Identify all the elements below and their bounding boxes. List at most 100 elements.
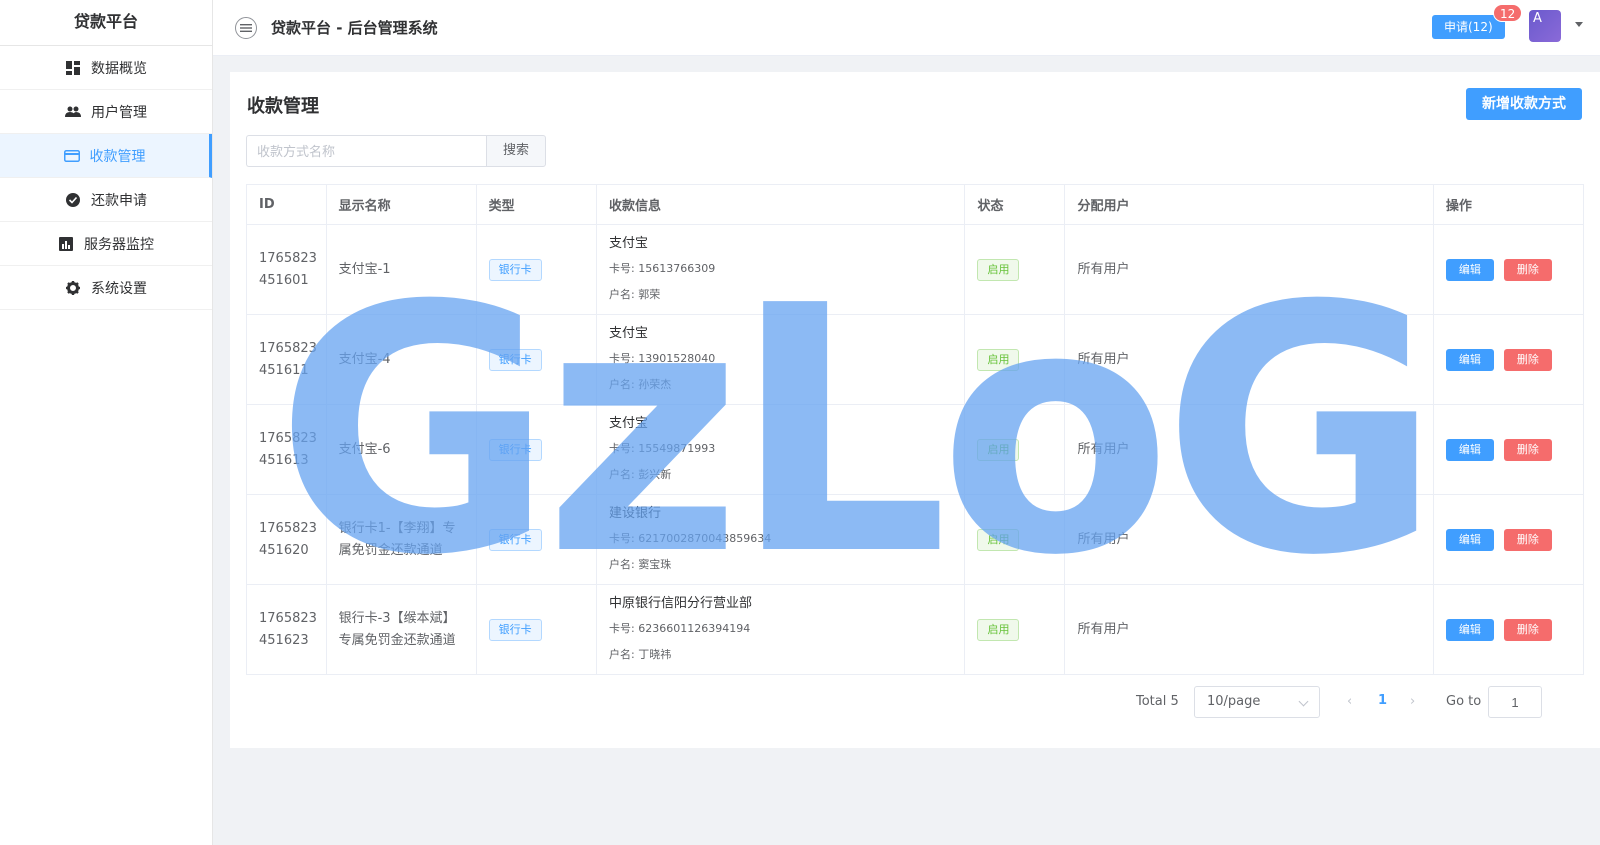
info-name: 支付宝	[609, 325, 649, 341]
main-card: 收款管理 新增收款方式 搜索 ID 显示名称 类型 收款信息 状态 分配用户 操…	[230, 72, 1600, 748]
chevron-down-icon	[1298, 696, 1309, 707]
type-tag: 银行卡	[488, 528, 542, 551]
prev-page-button[interactable]: ‹	[1347, 694, 1352, 709]
id-part: 451613	[259, 452, 309, 468]
column-header: 操作	[1433, 184, 1585, 225]
id-cell: 1765823 451601	[246, 224, 327, 315]
info-name: 支付宝	[609, 235, 649, 251]
avatar[interactable]: A	[1529, 10, 1561, 42]
sidebar-item-label: 服务器监控	[84, 236, 154, 253]
page-size-value: 10/page	[1207, 694, 1261, 709]
sidebar-item-users[interactable]: 用户管理	[0, 90, 212, 134]
type-cell: 银行卡	[476, 404, 598, 495]
gear-icon	[65, 280, 81, 296]
menu-toggle-icon[interactable]	[235, 16, 257, 39]
delete-button[interactable]: 删除	[1503, 528, 1552, 551]
id-cell: 1765823 451611	[246, 314, 327, 405]
card-number: 卡号: 13901528040	[609, 351, 716, 365]
info-cell: 中原银行信阳分行营业部 卡号: 6236601126394194 户名: 丁晓祎	[596, 584, 966, 675]
column-header: 状态	[964, 184, 1066, 225]
apply-requests-button[interactable]: 申请(12)	[1432, 15, 1505, 39]
edit-button[interactable]: 编辑	[1445, 528, 1494, 551]
id-cell: 1765823 451613	[246, 404, 327, 495]
status-badge: 启用	[977, 258, 1020, 281]
delete-button[interactable]: 删除	[1503, 258, 1552, 281]
info-name: 支付宝	[609, 415, 649, 431]
users-cell: 所有用户	[1064, 224, 1434, 315]
users-cell: 所有用户	[1064, 584, 1434, 675]
sidebar-item-label: 还款申请	[91, 192, 147, 209]
sidebar-item-label: 收款管理	[89, 148, 146, 165]
type-cell: 银行卡	[476, 314, 598, 405]
info-cell: 支付宝 卡号: 13901528040 户名: 孙荣杰	[596, 314, 966, 405]
status-cell: 启用	[964, 584, 1066, 675]
table-row: 1765823 451623 银行卡-3【缑本斌】专属免罚金还款通道 银行卡 中原…	[246, 584, 1585, 675]
info-cell: 支付宝卡号: 15549871993 户名: 彭兴新	[596, 404, 966, 495]
table-header-row: ID 显示名称 类型 收款信息 状态 分配用户 操作	[246, 184, 1585, 225]
id-cell: 1765823 451620	[246, 494, 327, 585]
sidebar-item-server-monitor[interactable]: 服务器监控	[0, 222, 212, 266]
delete-button[interactable]: 删除	[1503, 618, 1552, 641]
actions-cell: 编辑 删除	[1433, 224, 1585, 315]
page-title: 收款管理	[247, 96, 319, 117]
column-header: 类型	[476, 184, 598, 225]
name-cell: 银行卡1-【李翔】专属免罚金还款通道	[326, 494, 477, 585]
status-badge: 启用	[977, 348, 1020, 371]
delete-button[interactable]: 删除	[1503, 348, 1552, 371]
id-part: 1765823	[259, 610, 317, 626]
table-row: 1765823 451611 支付宝-4 银行卡 支付宝 卡号: 139015280…	[246, 314, 1585, 405]
edit-button[interactable]: 编辑	[1445, 438, 1494, 461]
next-page-button[interactable]: ›	[1410, 694, 1415, 709]
name-cell: 银行卡-3【缑本斌】专属免罚金还款通道	[326, 584, 477, 675]
actions-cell: 编辑 删除	[1433, 404, 1585, 495]
sidebar-item-payment[interactable]: 收款管理	[0, 134, 212, 178]
sidebar-item-label: 系统设置	[91, 280, 147, 297]
id-part: 451611	[259, 362, 309, 378]
goto-page-input[interactable]	[1488, 686, 1542, 718]
payment-table: ID 显示名称 类型 收款信息 状态 分配用户 操作 1765823 451601…	[246, 184, 1585, 675]
id-part: 1765823	[259, 520, 317, 536]
column-header: 分配用户	[1064, 184, 1434, 225]
status-cell: 启用	[964, 494, 1066, 585]
id-part: 451623	[259, 632, 309, 648]
card-number: 卡号: 6236601126394194	[609, 621, 751, 635]
id-part: 451620	[259, 542, 309, 558]
table-row: 1765823 451601 支付宝-1 银行卡 支付宝 卡号: 156137663…	[246, 224, 1585, 315]
users-icon	[65, 104, 81, 120]
credit-card-icon	[63, 148, 80, 164]
sidebar: 贷款平台 数据概览 用户管理 收款管理 还款申请 服务器监控 系统设置	[0, 0, 213, 845]
edit-button[interactable]: 编辑	[1445, 618, 1494, 641]
users-cell: 所有用户	[1064, 494, 1434, 585]
sidebar-item-repayment[interactable]: 还款申请	[0, 178, 212, 222]
page-number-current[interactable]: 1	[1378, 693, 1387, 708]
status-badge: 启用	[977, 438, 1020, 461]
account-holder: 户名: 窦宝珠	[609, 557, 672, 571]
type-cell: 银行卡	[476, 584, 598, 675]
card-number: 卡号: 15549871993	[609, 441, 716, 455]
edit-button[interactable]: 编辑	[1445, 258, 1494, 281]
account-holder: 户名: 彭兴新	[609, 467, 672, 481]
id-part: 451601	[259, 272, 309, 288]
sidebar-item-dashboard[interactable]: 数据概览	[0, 46, 212, 90]
id-part: 1765823	[259, 250, 317, 266]
sidebar-brand: 贷款平台	[0, 0, 212, 46]
add-payment-method-button[interactable]: 新增收款方式	[1466, 88, 1582, 120]
edit-button[interactable]: 编辑	[1445, 348, 1494, 371]
card-number: 卡号: 6217002870043859634	[609, 531, 772, 545]
actions-cell: 编辑 删除	[1433, 584, 1585, 675]
column-header: 收款信息	[596, 184, 966, 225]
delete-button[interactable]: 删除	[1503, 438, 1552, 461]
search-input[interactable]	[246, 135, 486, 167]
type-tag: 银行卡	[488, 258, 542, 281]
check-circle-icon	[65, 192, 81, 208]
sidebar-item-settings[interactable]: 系统设置	[0, 266, 212, 310]
caret-down-icon[interactable]	[1575, 22, 1583, 27]
search-button[interactable]: 搜索	[486, 135, 546, 167]
table-row: 1765823 451613 支付宝-6 银行卡 支付宝 卡号: 155498719…	[246, 404, 1585, 495]
status-cell: 启用	[964, 314, 1066, 405]
notification-badge: 12	[1493, 4, 1523, 22]
page-size-select[interactable]: 10/page	[1194, 686, 1320, 718]
account-holder: 户名: 丁晓祎	[609, 647, 672, 661]
status-cell: 启用	[964, 404, 1066, 495]
name-cell: 支付宝-1	[326, 224, 477, 315]
